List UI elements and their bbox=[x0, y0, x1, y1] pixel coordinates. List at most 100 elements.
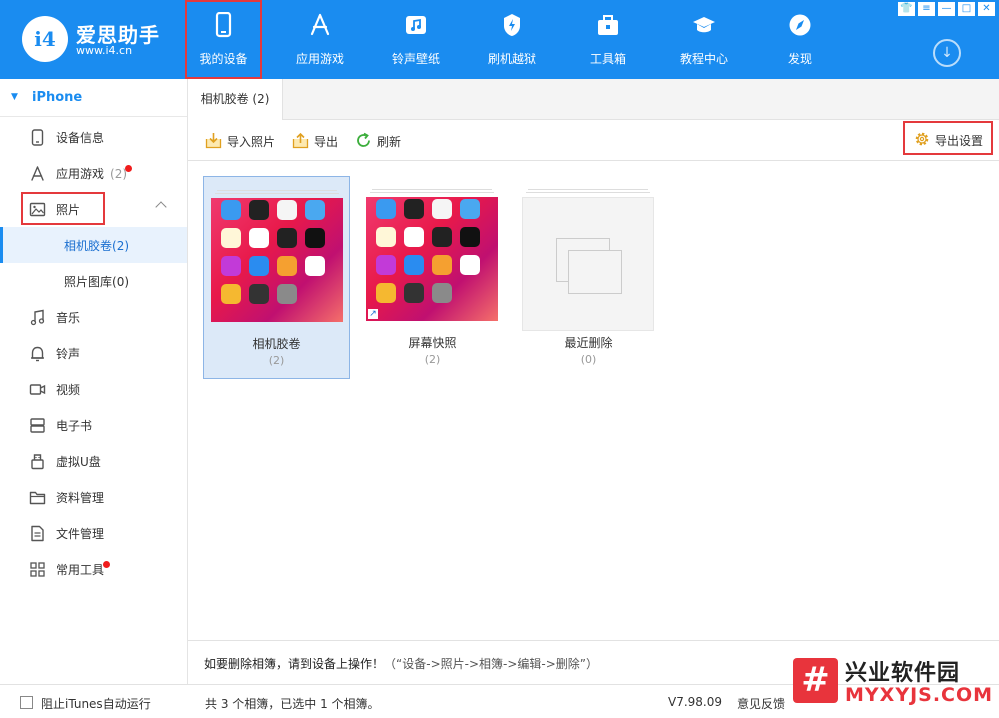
hint-text: 如要删除相簿，请到设备上操作！（“设备->照片->相簿->编辑->删除”） bbox=[204, 655, 598, 672]
caret-down-icon: ▼ bbox=[11, 92, 18, 102]
sidebar-item-file-management[interactable]: 文件管理 bbox=[0, 515, 187, 551]
sidebar-item-label: 资料管理 bbox=[56, 491, 105, 505]
close-icon[interactable]: ✕ bbox=[978, 2, 995, 16]
album-count: (2) bbox=[268, 354, 285, 367]
sidebar-item-label: 视频 bbox=[56, 383, 81, 397]
watermark-cn: 兴业软件园 bbox=[845, 661, 961, 686]
nav-discover[interactable]: 发现 bbox=[755, 0, 845, 79]
sidebar-item-video[interactable]: 视频 bbox=[0, 371, 187, 407]
nav-my-device[interactable]: 我的设备 bbox=[185, 0, 262, 79]
album-thumbnail bbox=[522, 187, 654, 331]
item-count: (2) bbox=[112, 239, 130, 253]
minimize-icon[interactable]: — bbox=[938, 2, 955, 16]
sidebar-item-label: 常用工具 bbox=[56, 563, 105, 577]
album-count: (0) bbox=[580, 353, 597, 366]
sidebar-item-data-management[interactable]: 资料管理 bbox=[0, 479, 187, 515]
export-button[interactable]: 导出 bbox=[292, 132, 340, 150]
toolbox-icon bbox=[598, 15, 618, 35]
folder-icon bbox=[29, 491, 46, 505]
label-text: 应用游戏 bbox=[56, 167, 105, 181]
sidebar-item-label: 音乐 bbox=[56, 311, 81, 325]
sidebar-item-ringtones[interactable]: 铃声 bbox=[0, 335, 187, 371]
stack-edge bbox=[370, 192, 494, 193]
block-itunes-checkbox[interactable] bbox=[20, 696, 33, 709]
album-thumbnail bbox=[211, 188, 343, 322]
empty-album-placeholder bbox=[522, 197, 654, 331]
menu-icon[interactable]: ≡ bbox=[918, 2, 935, 16]
shirt-icon[interactable]: 👕 bbox=[898, 2, 915, 16]
usb-drive-icon bbox=[31, 454, 44, 470]
flash-icon bbox=[504, 14, 520, 36]
logo-mark: i4 bbox=[22, 16, 68, 62]
album-count: (2) bbox=[424, 353, 441, 366]
feedback-link[interactable]: 意见反馈 bbox=[737, 695, 785, 712]
refresh-button[interactable]: 刷新 bbox=[355, 132, 403, 150]
app-logo[interactable]: i4 爱思助手 www.i4.cn bbox=[22, 16, 172, 62]
album-thumbnail: ↗ bbox=[366, 187, 498, 321]
album-name: 相机胶卷 bbox=[252, 337, 301, 351]
watermark-mark: # bbox=[793, 658, 838, 703]
file-icon bbox=[31, 525, 44, 542]
album-recently-deleted[interactable]: 最近删除 (0) bbox=[515, 176, 662, 379]
nav-label: 教程中心 bbox=[679, 52, 728, 66]
phone-screenshot: ↗ bbox=[366, 197, 498, 321]
nav-apps-games[interactable]: 应用游戏 bbox=[275, 0, 365, 79]
export-settings-label: 导出设置 bbox=[935, 134, 984, 148]
album-camera-roll[interactable]: 相机胶卷 (2) bbox=[203, 176, 350, 379]
refresh-icon bbox=[357, 132, 370, 147]
export-icon bbox=[292, 132, 309, 149]
sidebar-item-music[interactable]: 音乐 bbox=[0, 299, 187, 335]
nav-toolbox[interactable]: 工具箱 bbox=[563, 0, 653, 79]
window-controls: 👕 ≡ — □ ✕ bbox=[895, 2, 995, 16]
music-wallpaper-icon bbox=[406, 16, 426, 34]
sidebar-item-ebooks[interactable]: 电子书 bbox=[0, 407, 187, 443]
sidebar-item-apps[interactable]: 应用游戏 (2) bbox=[0, 155, 187, 191]
tab-bar: 相机胶卷 (2) bbox=[188, 79, 999, 120]
nav-label: 刷机越狱 bbox=[487, 52, 536, 66]
maximize-icon[interactable]: □ bbox=[958, 2, 975, 16]
sidebar-item-label: 虚拟U盘 bbox=[56, 455, 101, 469]
refresh-label: 刷新 bbox=[377, 135, 402, 149]
sidebar-item-label: 应用游戏 (2) bbox=[56, 165, 127, 182]
video-icon bbox=[29, 384, 46, 395]
stack-edge bbox=[217, 190, 337, 191]
sidebar-item-common-tools[interactable]: 常用工具 bbox=[0, 551, 187, 587]
selection-summary: 共 3 个相簿，已选中 1 个相簿。 bbox=[205, 697, 380, 711]
sidebar-item-label: 相机胶卷(2) bbox=[64, 237, 129, 254]
chevron-up-icon[interactable] bbox=[155, 201, 167, 213]
sidebar-item-label: 文件管理 bbox=[56, 527, 105, 541]
stack-edge bbox=[528, 189, 648, 190]
album-screenshots[interactable]: ↗ 屏幕快照 (2) bbox=[359, 176, 506, 379]
import-photos-button[interactable]: 导入照片 bbox=[205, 132, 280, 150]
download-icon[interactable]: ↓ bbox=[933, 39, 961, 67]
compass-icon bbox=[789, 14, 811, 36]
watermark-en: MYXYJS.COM bbox=[845, 684, 994, 706]
nav-flash-jailbreak[interactable]: 刷机越狱 bbox=[467, 0, 557, 79]
ebook-icon bbox=[30, 418, 45, 433]
stack-edge bbox=[215, 193, 339, 194]
block-itunes-label[interactable]: 阻止iTunes自动运行 bbox=[41, 695, 151, 712]
sidebar-item-camera-roll[interactable]: 相机胶卷(2) bbox=[0, 227, 187, 263]
notification-dot bbox=[125, 165, 132, 172]
sidebar-item-label: 电子书 bbox=[56, 419, 93, 433]
device-header[interactable]: ▼ iPhone bbox=[0, 79, 187, 117]
nav-label: 工具箱 bbox=[589, 52, 626, 66]
photos-highlight-box bbox=[21, 192, 105, 225]
nav-ringtone-wallpaper[interactable]: 铃声壁纸 bbox=[371, 0, 461, 79]
app-url: www.i4.cn bbox=[76, 44, 133, 57]
tab-camera-roll[interactable]: 相机胶卷 (2) bbox=[188, 79, 283, 120]
placeholder-frame bbox=[568, 250, 622, 294]
site-watermark: # 兴业软件园 MYXYJS.COM bbox=[793, 654, 993, 712]
import-icon bbox=[205, 133, 222, 149]
version-label: V7.98.09 bbox=[668, 695, 723, 709]
sidebar-item-device-info[interactable]: 设备信息 bbox=[0, 119, 187, 155]
sidebar-item-virtual-usb[interactable]: 虚拟U盘 bbox=[0, 443, 187, 479]
notification-dot bbox=[103, 561, 110, 568]
export-label: 导出 bbox=[314, 135, 339, 149]
export-settings-button[interactable]: 导出设置 bbox=[903, 121, 993, 155]
nav-tutorials[interactable]: 教程中心 bbox=[659, 0, 749, 79]
sidebar-item-photo-library[interactable]: 照片图库(0) bbox=[0, 263, 187, 299]
phone-icon bbox=[215, 12, 232, 38]
album-name: 最近删除 bbox=[564, 336, 613, 350]
tools-grid-icon bbox=[30, 562, 45, 577]
